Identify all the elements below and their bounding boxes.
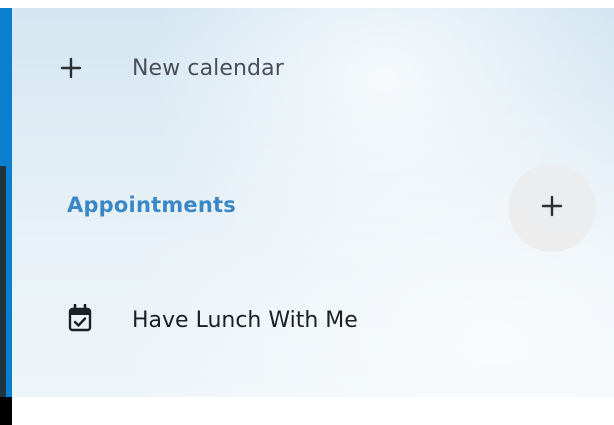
calendar-check-icon [68, 303, 92, 336]
page: New calendar Appointments Have Lunch Wit… [0, 0, 614, 425]
new-calendar-label: New calendar [132, 55, 284, 81]
list-item-appointment[interactable]: Have Lunch With Me [68, 302, 358, 338]
plus-icon [58, 55, 84, 81]
new-calendar-button[interactable]: New calendar [58, 48, 284, 88]
appointment-label: Have Lunch With Me [132, 307, 358, 333]
plus-icon [540, 194, 564, 222]
window-edge-accent [0, 8, 12, 425]
window-edge-shadow [0, 166, 6, 397]
window-edge-bottom [0, 397, 12, 425]
add-appointment-button[interactable] [508, 164, 596, 252]
section-title-appointments: Appointments [67, 193, 236, 217]
